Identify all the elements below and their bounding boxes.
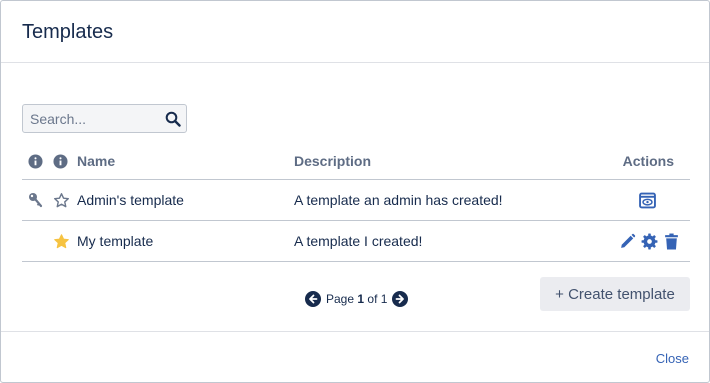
search-icon[interactable]: [165, 111, 181, 127]
dialog-header: Templates: [1, 1, 709, 63]
search-box: [22, 104, 187, 133]
favorite-cell: [53, 180, 71, 220]
dialog-title: Templates: [22, 21, 114, 43]
header-col-admin: [28, 143, 46, 179]
header-actions: Actions: [622, 153, 674, 169]
admin-cell: [28, 180, 46, 220]
templates-table: Name Description Actions Admin's templat…: [22, 143, 690, 262]
template-name[interactable]: My template: [77, 221, 277, 261]
star-outline-icon[interactable]: [53, 192, 70, 209]
table-header: Name Description Actions: [22, 143, 690, 180]
info-icon[interactable]: [28, 153, 43, 169]
admin-cell: [28, 221, 46, 261]
preview-icon[interactable]: [639, 192, 656, 209]
star-filled-icon[interactable]: [53, 233, 70, 250]
header-col-favorite: [53, 143, 71, 179]
templates-dialog: Templates Name: [0, 0, 710, 383]
total-pages: 1: [380, 292, 388, 306]
header-description[interactable]: Description: [294, 143, 594, 179]
template-description: A template I created!: [294, 233, 423, 249]
create-template-button[interactable]: + Create template: [540, 277, 690, 311]
key-icon: [29, 193, 43, 208]
close-button[interactable]: Close: [656, 351, 689, 366]
favorite-cell: [53, 221, 71, 261]
settings-icon[interactable]: [641, 233, 658, 250]
current-page: 1: [357, 292, 365, 306]
table-row: Admin's template A template an admin has…: [22, 180, 690, 221]
dialog-footer: Close: [1, 331, 709, 382]
pagination: Page 1 of 1: [305, 290, 409, 308]
edit-icon[interactable]: [619, 233, 636, 250]
table-row: My template A template I created!: [22, 221, 690, 262]
search-input[interactable]: [23, 105, 163, 132]
row-actions: [634, 180, 656, 220]
info-icon[interactable]: [53, 153, 68, 169]
page-indicator: Page 1 of 1: [326, 292, 387, 306]
template-name[interactable]: Admin's template: [77, 180, 277, 220]
template-description: A template an admin has created!: [294, 192, 503, 208]
of-label: of: [367, 292, 378, 306]
next-page-icon[interactable]: [392, 291, 409, 307]
row-actions: [614, 221, 680, 261]
page-label: Page: [326, 292, 355, 306]
previous-page-icon[interactable]: [305, 291, 321, 307]
header-name[interactable]: Name: [77, 143, 277, 179]
delete-icon[interactable]: [663, 233, 680, 250]
